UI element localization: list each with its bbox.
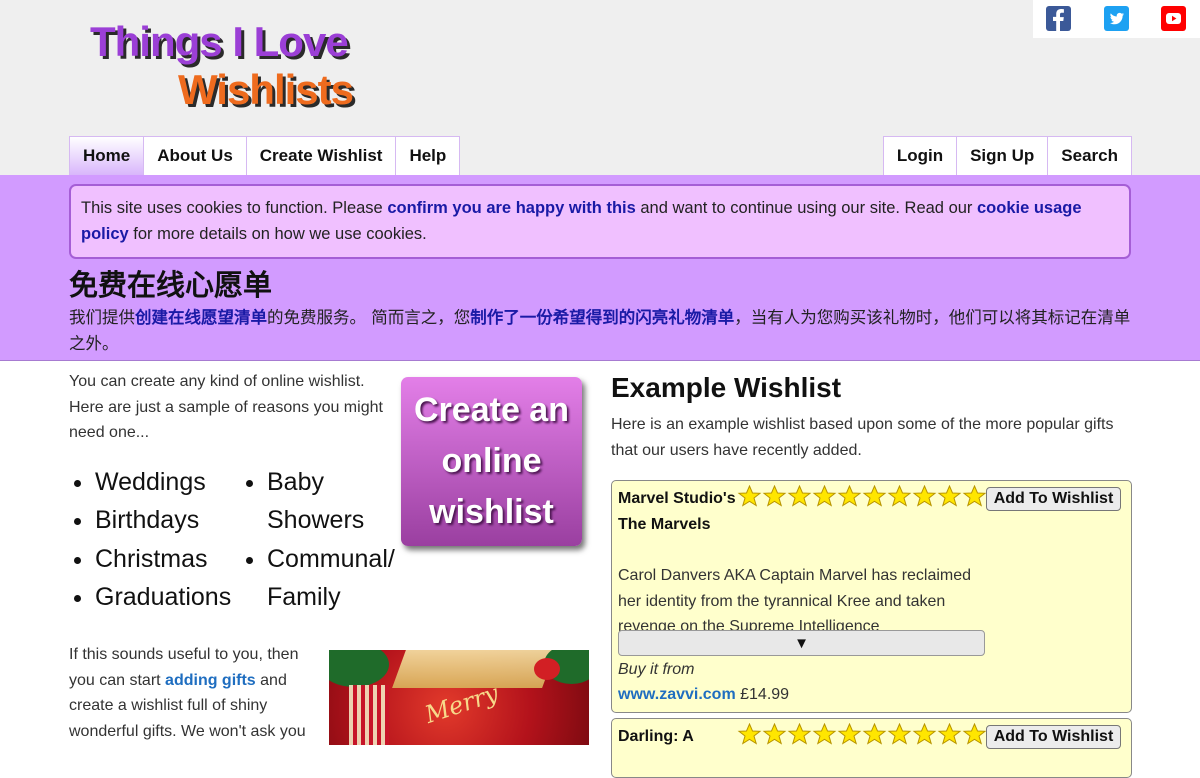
logo-line-2: Wishlists xyxy=(178,66,354,113)
star-icon[interactable] xyxy=(937,723,962,745)
item-title: Marvel Studio's The Marvels xyxy=(618,490,736,533)
cn-text-2: 的免费服务。 简而言之，您 xyxy=(267,308,471,327)
add-to-wishlist-button[interactable]: Add To Wishlist xyxy=(986,725,1121,749)
cookie-text-3: for more details on how we use cookies. xyxy=(128,225,427,243)
star-icon[interactable] xyxy=(862,723,887,745)
cookie-text-2: and want to continue using our site. Rea… xyxy=(635,199,977,217)
cookie-text-1: This site uses cookies to function. Plea… xyxy=(81,199,388,217)
cta-line-1: Create an xyxy=(414,391,569,429)
chevron-down-icon: ▼ xyxy=(794,634,809,652)
reason-item: Communal/ Family xyxy=(267,540,401,617)
star-icon[interactable] xyxy=(787,485,812,507)
star-icon[interactable] xyxy=(912,485,937,507)
ribbon-decoration xyxy=(392,650,556,688)
star-icon[interactable] xyxy=(912,723,937,745)
rating-stars[interactable] xyxy=(737,485,987,507)
cookie-confirm-link[interactable]: confirm you are happy with this xyxy=(387,199,635,217)
cn-create-link[interactable]: 创建在线愿望清单 xyxy=(135,308,267,327)
star-icon[interactable] xyxy=(787,723,812,745)
intro-text: You can create any kind of online wishli… xyxy=(69,373,383,441)
star-icon[interactable] xyxy=(937,485,962,507)
intro-band: This site uses cookies to function. Plea… xyxy=(0,175,1200,361)
example-wishlist-description: Here is an example wishlist based upon s… xyxy=(611,416,1114,459)
wishlist-item-card: Marvel Studio's The Marvels Add To Wishl… xyxy=(611,480,1132,713)
buy-line: www.zavvi.com £14.99 xyxy=(618,682,789,708)
chinese-paragraph: 我们提供创建在线愿望清单的免费服务。 简而言之，您制作了一份希望得到的闪亮礼物清… xyxy=(69,305,1134,357)
star-icon[interactable] xyxy=(962,723,987,745)
christmas-image: Merry xyxy=(329,650,589,745)
holly-decoration xyxy=(329,650,389,687)
nav-login[interactable]: Login xyxy=(882,136,958,175)
reason-item: Birthdays xyxy=(95,501,241,539)
nav-about-us[interactable]: About Us xyxy=(143,136,247,175)
star-icon[interactable] xyxy=(812,723,837,745)
expand-description-button[interactable]: ▼ xyxy=(618,630,985,656)
nav-sign-up[interactable]: Sign Up xyxy=(956,136,1049,175)
star-icon[interactable] xyxy=(962,485,987,507)
star-icon[interactable] xyxy=(887,723,912,745)
cta-line-2: online xyxy=(441,442,542,480)
chinese-heading: 免费在线心愿单 xyxy=(69,268,273,302)
star-icon[interactable] xyxy=(862,485,887,507)
star-icon[interactable] xyxy=(837,485,862,507)
reasons-column-2: Baby Showers Communal/ Family xyxy=(241,463,401,616)
store-link[interactable]: www.zavvi.com xyxy=(618,686,736,703)
add-to-wishlist-button[interactable]: Add To Wishlist xyxy=(986,487,1121,511)
star-icon[interactable] xyxy=(812,485,837,507)
social-links xyxy=(1033,0,1200,38)
nav-help[interactable]: Help xyxy=(395,136,461,175)
item-title: Darling: A xyxy=(618,728,694,745)
wishlist-item-card: Darling: A Add To Wishlist xyxy=(611,718,1132,778)
logo-line-1: Things I Love xyxy=(90,18,349,65)
bow-decoration xyxy=(534,658,560,680)
star-icon[interactable] xyxy=(737,723,762,745)
cn-list-link[interactable]: 制作了一份希望得到的闪亮礼物清单 xyxy=(470,308,734,327)
create-wishlist-button[interactable]: Create an online wishlist xyxy=(401,377,582,546)
nav-search[interactable]: Search xyxy=(1047,136,1132,175)
star-icon[interactable] xyxy=(762,723,787,745)
site-logo[interactable]: Things I Love Wishlists xyxy=(88,18,354,114)
star-icon[interactable] xyxy=(762,485,787,507)
twitter-icon[interactable] xyxy=(1104,6,1129,31)
item-description: Carol Danvers AKA Captain Marvel has rec… xyxy=(618,567,972,633)
reasons-column-1: Weddings Birthdays Christmas Graduations xyxy=(69,463,241,616)
reason-item: Graduations xyxy=(95,578,241,616)
cn-text-1: 我们提供 xyxy=(69,308,135,327)
facebook-icon[interactable] xyxy=(1046,6,1071,31)
reason-item: Christmas xyxy=(95,540,241,578)
cta-line-3: wishlist xyxy=(429,493,554,531)
main-nav: Home About Us Create Wishlist Help xyxy=(69,136,461,175)
example-wishlist-title: Example Wishlist xyxy=(611,372,842,403)
nav-create-wishlist[interactable]: Create Wishlist xyxy=(245,136,397,175)
cookie-notice: This site uses cookies to function. Plea… xyxy=(69,184,1131,259)
item-price: £14.99 xyxy=(740,686,790,703)
bells-decoration xyxy=(349,685,389,745)
reason-item: Baby Showers xyxy=(267,463,401,540)
star-icon[interactable] xyxy=(837,723,862,745)
account-nav: Login Sign Up Search xyxy=(882,136,1132,175)
rating-stars[interactable] xyxy=(737,723,987,745)
more-text: If this sounds useful to you, then you c… xyxy=(69,642,324,744)
star-icon[interactable] xyxy=(737,485,762,507)
reason-item: Weddings xyxy=(95,463,241,501)
reasons-list: Weddings Birthdays Christmas Graduations… xyxy=(69,463,401,616)
buy-it-from-label: Buy it from xyxy=(618,661,695,678)
site-header: Things I Love Wishlists Home About Us Cr… xyxy=(0,0,1200,175)
nav-home[interactable]: Home xyxy=(69,136,145,175)
adding-gifts-link[interactable]: adding gifts xyxy=(165,672,256,689)
star-icon[interactable] xyxy=(887,485,912,507)
youtube-icon[interactable] xyxy=(1161,6,1186,31)
